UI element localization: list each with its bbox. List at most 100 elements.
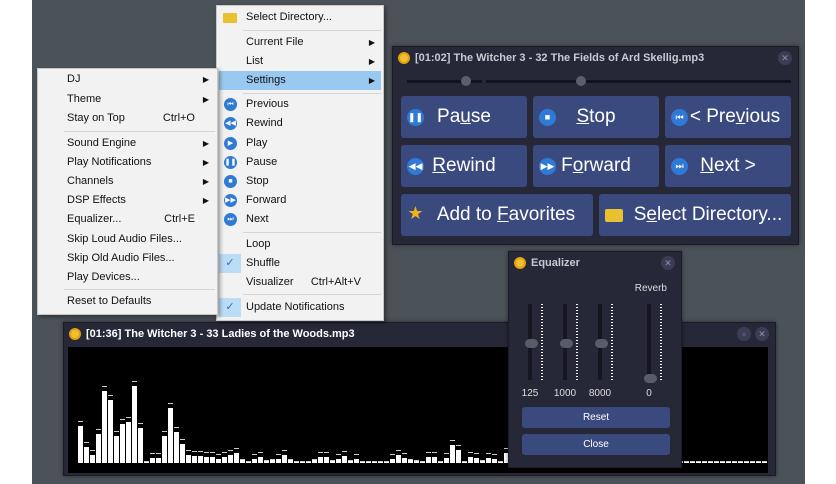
spectrum-peak-cap — [192, 451, 197, 452]
spectrum-peak-cap — [468, 452, 473, 453]
spectrum-peak-cap — [270, 459, 275, 460]
eq-slider-handle[interactable] — [525, 339, 538, 348]
spectrum-bar — [366, 462, 371, 463]
menu-item-rewind[interactable]: ◀◀ Rewind — [219, 114, 381, 133]
spectrum-peak-cap — [420, 461, 425, 462]
eq-band-label: 125 — [521, 388, 539, 399]
menu-item-dj[interactable]: DJ ▶ — [40, 70, 215, 89]
spectrum-bar — [750, 462, 755, 463]
menu-item-loop[interactable]: Loop — [219, 235, 381, 254]
spectrum-peak-cap — [132, 381, 137, 382]
add-to-favorites-button[interactable]: ★ Add to Favorites — [401, 194, 593, 236]
menu-item-sound-engine[interactable]: Sound Engine ▶ — [40, 134, 215, 153]
spectrum-peak-cap — [156, 453, 161, 454]
previous-button[interactable]: ⏮ < Previous — [665, 96, 791, 138]
spectrum-bar — [444, 458, 449, 463]
menu-item-stop[interactable]: ■ Stop — [219, 172, 381, 191]
eq-band-label: 0 — [646, 388, 652, 399]
spectrum-peak-cap — [204, 452, 209, 453]
spectrum-bar — [132, 386, 137, 463]
spectrum-peak-cap — [462, 461, 467, 462]
menu-item-play-notifications[interactable]: Play Notifications ▶ — [40, 153, 215, 172]
menu-item-play-devices[interactable]: Play Devices... — [40, 268, 215, 287]
menu-item-pause[interactable]: ❚❚ Pause — [219, 153, 381, 172]
menu-item-label: Pause — [246, 156, 278, 168]
menu-item-theme[interactable]: Theme ▶ — [40, 90, 215, 109]
menu-item-equalizer[interactable]: Equalizer... Ctrl+E — [40, 210, 215, 229]
menu-item-stay-on-top[interactable]: Stay on Top Ctrl+O — [40, 109, 215, 128]
menu-item-channels[interactable]: Channels ▶ — [40, 172, 215, 191]
menu-item-previous[interactable]: ⏮ Previous — [219, 95, 381, 114]
next-button[interactable]: ⏭ Next > — [665, 145, 791, 187]
previous-icon: ⏮ — [224, 98, 237, 111]
spectrum-peak-cap — [282, 450, 287, 451]
menu-item-current-file[interactable]: Current File ▶ — [219, 33, 381, 52]
menu-item-label: Current File — [246, 36, 304, 48]
eq-slider-handle[interactable] — [595, 339, 608, 348]
rewind-button[interactable]: ◀◀ Rewind — [401, 145, 527, 187]
close-icon[interactable]: ✕ — [661, 256, 675, 270]
menu-item-visualizer[interactable]: Visualizer Ctrl+Alt+V — [219, 273, 381, 292]
menu-item-play[interactable]: ▶ Play — [219, 134, 381, 153]
submenu-arrow-icon: ▶ — [202, 177, 209, 186]
menu-item-label: Loop — [246, 238, 271, 250]
close-icon[interactable]: ✕ — [778, 51, 792, 65]
volume-slider-handle[interactable] — [461, 76, 471, 86]
spectrum-peak-cap — [96, 429, 101, 430]
menu-item-update-notifications[interactable]: ✓ Update Notifications — [219, 298, 381, 317]
spectrum-bar — [486, 458, 491, 463]
checkmark-icon: ✓ — [219, 254, 241, 273]
forward-button[interactable]: ▶▶ Forward — [533, 145, 659, 187]
spectrum-bar — [384, 462, 389, 463]
spectrum-bar — [726, 462, 731, 463]
spectrum-peak-cap — [714, 461, 719, 462]
spectrum-bar — [276, 459, 281, 463]
spectrum-bar — [456, 450, 461, 463]
player-title-bar[interactable]: [01:02] The Witcher 3 - 32 The Fields of… — [393, 47, 798, 69]
spectrum-peak-cap — [210, 452, 215, 453]
pause-button[interactable]: ❚❚ Pause — [401, 96, 527, 138]
seek-slider-handle[interactable] — [576, 76, 586, 86]
menu-item-forward[interactable]: ▶▶ Forward — [219, 191, 381, 210]
spectrum-peak-cap — [180, 439, 185, 440]
close-icon[interactable]: ✕ — [755, 327, 769, 341]
close-button[interactable]: Close — [522, 434, 670, 455]
menu-item-select-directory[interactable]: Select Directory... — [219, 8, 381, 27]
spectrum-bar — [288, 460, 293, 463]
spectrum-bar — [450, 445, 455, 463]
spectrum-peak-cap — [108, 395, 113, 396]
menu-item-next[interactable]: ⏭ Next — [219, 210, 381, 229]
reset-button[interactable]: Reset — [522, 407, 670, 428]
menu-item-shuffle[interactable]: ✓ Shuffle — [219, 254, 381, 273]
spectrum-bar — [372, 462, 377, 463]
spectrum-bar — [102, 391, 107, 463]
menu-separator — [243, 93, 381, 94]
menu-item-settings[interactable]: Settings ▶ — [219, 71, 381, 90]
menu-item-label: Shuffle — [246, 257, 281, 269]
spectrum-bar — [438, 462, 443, 463]
menu-item-dsp-effects[interactable]: DSP Effects ▶ — [40, 191, 215, 210]
rewind-icon: ◀◀ — [407, 158, 424, 175]
spectrum-peak-cap — [726, 461, 731, 462]
eq-tick-marks — [611, 304, 613, 380]
menu-item-list[interactable]: List ▶ — [219, 52, 381, 71]
spectrum-peak-cap — [222, 452, 227, 453]
menu-item-skip-old-audio-files[interactable]: Skip Old Audio Files... — [40, 249, 215, 268]
eq-slider-handle[interactable] — [560, 339, 573, 348]
eq-slider-handle[interactable] — [644, 374, 657, 383]
menu-item-skip-loud-audio-files[interactable]: Skip Loud Audio Files... — [40, 230, 215, 249]
select-directory-button[interactable]: Select Directory... — [599, 194, 791, 236]
stop-button[interactable]: ■ Stop — [533, 96, 659, 138]
spectrum-bar — [168, 408, 173, 463]
menu-item-label: Visualizer — [246, 276, 294, 288]
spectrum-peak-cap — [474, 453, 479, 454]
menu-item-label: Skip Loud Audio Files... — [67, 233, 182, 245]
seek-slider[interactable] — [486, 80, 791, 83]
equalizer-title-bar[interactable]: Equalizer — [509, 252, 681, 274]
menu-item-reset-to-defaults[interactable]: Reset to Defaults — [40, 292, 215, 311]
spectrum-bar — [300, 462, 305, 463]
menu-separator — [243, 30, 381, 31]
submenu-arrow-icon: ▶ — [368, 57, 375, 66]
eq-slider-0[interactable] — [647, 304, 651, 380]
restore-icon[interactable]: ▫ — [737, 327, 751, 341]
